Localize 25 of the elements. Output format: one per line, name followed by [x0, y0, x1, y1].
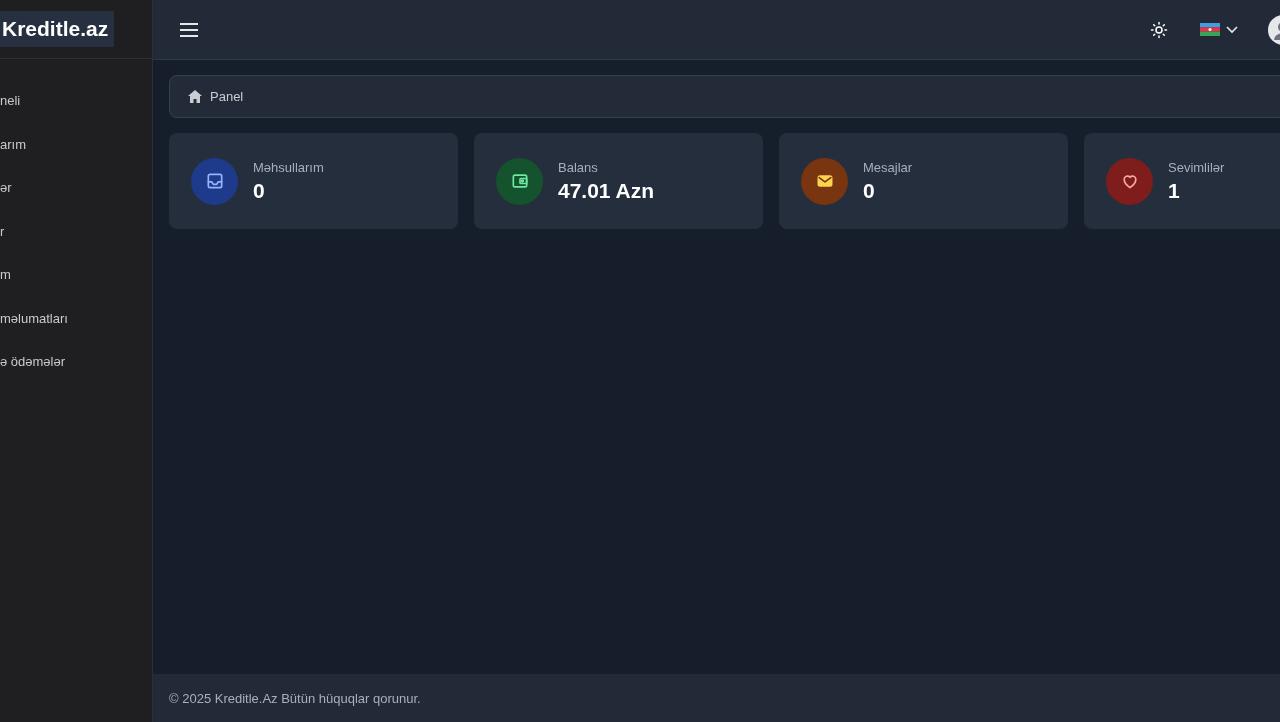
sidebar-item[interactable]: arım — [0, 122, 152, 166]
sidebar-item[interactable]: ə ödəmələr — [0, 340, 152, 384]
stat-label: Balans — [558, 159, 599, 175]
logo[interactable]: Kreditle.az — [0, 11, 115, 47]
footer-text: © 2025 Kreditle.Az Bütün hüquqlar qorunur. — [169, 690, 421, 706]
stat-value: 1 — [1168, 178, 1181, 203]
stat-value: 0 — [863, 178, 876, 203]
home-icon[interactable] — [188, 90, 202, 103]
menu-icon[interactable] — [179, 21, 199, 38]
avatar-icon[interactable] — [1268, 14, 1280, 45]
stat-value: 47.01 Azn — [558, 178, 655, 203]
language-selector[interactable] — [1200, 23, 1238, 36]
sidebar-item[interactable]: məlumatları — [0, 296, 152, 340]
stat-label: Sevimlilər — [1168, 159, 1225, 175]
sidebar-item[interactable]: ər — [0, 166, 152, 210]
sidebar-item[interactable]: neli — [0, 79, 152, 123]
caret-icon — [1226, 25, 1238, 34]
stat-label: Məhsullarım — [253, 159, 324, 175]
sidebar-item[interactable]: m — [0, 253, 152, 297]
stat-label: Mesajlar — [863, 159, 913, 175]
stat-value: 0 — [253, 178, 266, 203]
flag-icon — [1200, 23, 1220, 36]
breadcrumb-text[interactable]: Panel — [210, 89, 244, 104]
sidebar-item[interactable]: r — [0, 209, 152, 253]
sun-icon[interactable] — [1150, 20, 1168, 39]
